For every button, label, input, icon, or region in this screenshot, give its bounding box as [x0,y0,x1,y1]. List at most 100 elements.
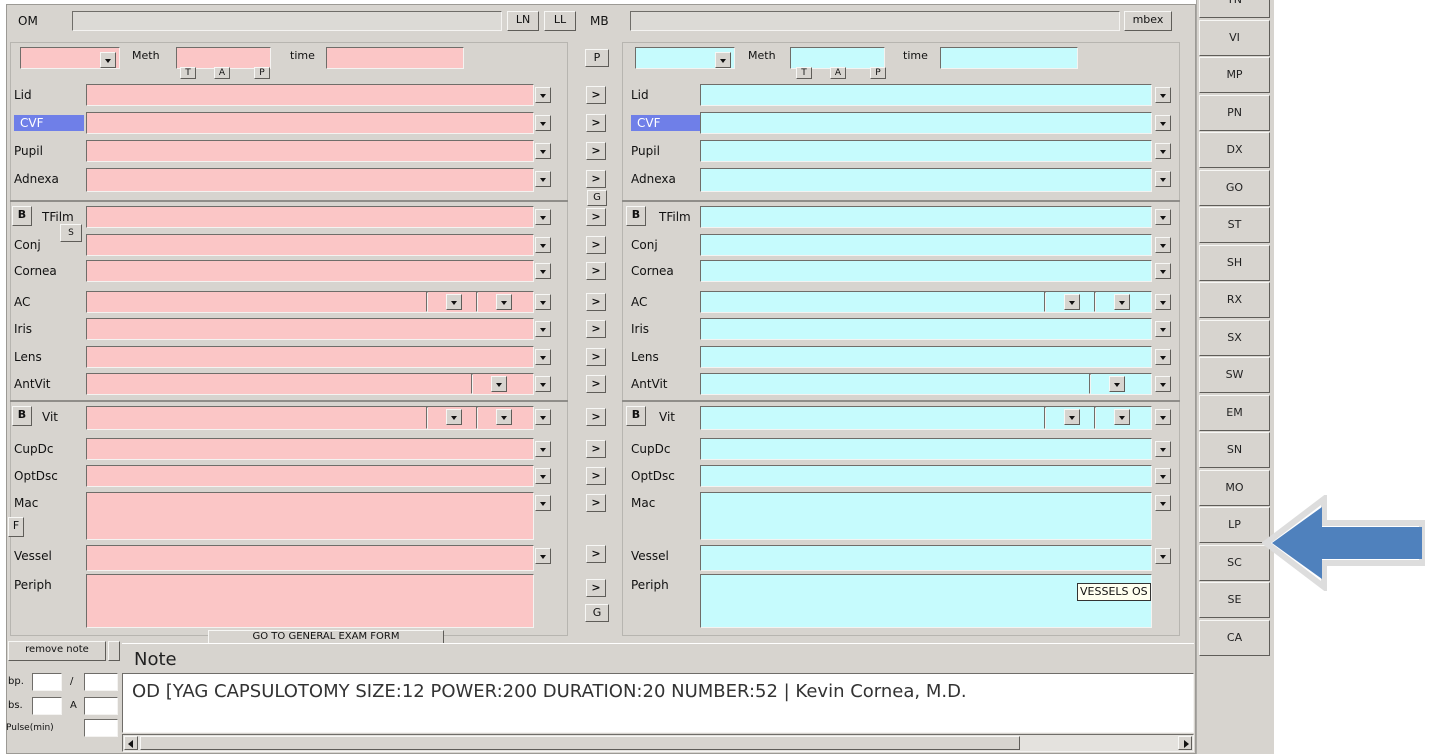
od-f-button[interactable]: F [8,517,24,537]
os-lid-input[interactable] [700,84,1152,106]
nav-button-sw[interactable]: SW [1199,357,1270,393]
chevron-down-icon[interactable] [496,294,512,310]
os-p-button[interactable]: P [870,67,886,79]
os-conj-input[interactable] [700,234,1152,256]
os-cornea-input[interactable] [700,260,1152,282]
nav-button-st[interactable]: ST [1199,207,1270,243]
od-meth-input[interactable] [176,47,271,69]
p-button[interactable]: P [585,49,609,67]
od-t-button[interactable]: T [180,67,196,79]
od-cornea-input[interactable] [86,260,534,282]
om-field[interactable] [72,11,502,31]
chevron-down-icon[interactable] [1155,321,1171,337]
chevron-down-icon[interactable] [535,321,551,337]
chevron-down-icon[interactable] [535,294,551,310]
od-a-button[interactable]: A [214,67,230,79]
chevron-down-icon[interactable] [1155,441,1171,457]
nav-button-pn[interactable]: PN [1199,94,1270,131]
od-vit-input[interactable] [86,406,534,430]
chevron-down-icon[interactable] [535,263,551,279]
chevron-down-icon[interactable] [535,143,551,159]
chevron-down-icon[interactable] [1155,237,1171,253]
chevron-down-icon[interactable] [1155,143,1171,159]
copy-iris-button[interactable]: > [586,320,606,338]
os-t-button[interactable]: T [796,67,812,79]
od-cvf-input[interactable] [86,112,534,134]
od-lid-input[interactable] [86,84,534,106]
copy-periph-button[interactable]: > [586,579,606,597]
od-antvit-input[interactable] [86,373,534,395]
chevron-down-icon[interactable] [496,409,512,425]
chevron-down-icon[interactable] [100,52,116,68]
copy-adnexa-button[interactable]: > [586,170,606,188]
g-button-top[interactable]: G [587,190,607,206]
scroll-thumb[interactable] [140,736,1020,750]
chevron-down-icon[interactable] [535,87,551,103]
copy-vit-button[interactable]: > [586,408,606,426]
g-button-bottom[interactable]: G [585,604,609,622]
chevron-down-icon[interactable] [535,237,551,253]
copy-antvit-button[interactable]: > [586,375,606,393]
chevron-down-icon[interactable] [535,495,551,511]
od-time-input[interactable] [326,47,464,69]
chevron-down-icon[interactable] [715,52,731,68]
chevron-down-icon[interactable] [535,468,551,484]
nav-button-mo[interactable]: MO [1199,469,1270,506]
copy-lid-button[interactable]: > [586,86,606,104]
chevron-down-icon[interactable] [535,209,551,225]
ln-button[interactable]: LN [507,11,539,31]
od-p-button[interactable]: P [254,67,270,79]
od-vessel-input[interactable] [86,545,534,571]
nav-button-em[interactable]: EM [1199,394,1270,431]
chevron-down-icon[interactable] [1114,294,1130,310]
chevron-down-icon[interactable] [535,548,551,564]
scroll-left-button[interactable] [124,736,138,750]
chevron-down-icon[interactable] [1155,209,1171,225]
nav-button-sx[interactable]: SX [1199,319,1270,356]
os-tfilm-input[interactable] [700,206,1152,228]
bp-diastolic-input[interactable] [84,673,118,691]
chevron-down-icon[interactable] [1064,294,1080,310]
os-b-button-posterior[interactable]: B [626,406,646,426]
chevron-down-icon[interactable] [535,441,551,457]
nav-button-rx[interactable]: RX [1199,282,1270,318]
os-vessel-input[interactable] [700,545,1152,571]
chevron-down-icon[interactable] [1064,409,1080,425]
chevron-down-icon[interactable] [1155,115,1171,131]
os-cupdc-input[interactable] [700,438,1152,460]
chevron-down-icon[interactable] [491,376,507,392]
copy-cornea-button[interactable]: > [586,262,606,280]
nav-button-sh[interactable]: SH [1199,244,1270,281]
od-periph-input[interactable] [86,574,534,628]
nav-button-ca[interactable]: CA [1199,619,1270,656]
os-meth-input[interactable] [790,47,885,69]
chevron-down-icon[interactable] [1114,409,1130,425]
chevron-down-icon[interactable] [535,349,551,365]
os-pupil-input[interactable] [700,140,1152,162]
chevron-down-icon[interactable] [535,376,551,392]
pulse-input[interactable] [84,719,118,737]
nav-button-sc[interactable]: SC [1199,544,1270,581]
copy-mac-button[interactable]: > [586,494,606,512]
copy-cupdc-button[interactable]: > [586,440,606,458]
scroll-right-button[interactable] [1178,736,1192,750]
chevron-down-icon[interactable] [1155,87,1171,103]
os-antvit-input[interactable] [700,373,1152,395]
ll-button[interactable]: LL [544,11,576,31]
nav-button-lp[interactable]: LP [1199,507,1270,543]
os-cvf-input[interactable] [700,112,1152,134]
od-s-button[interactable]: S [60,224,82,242]
copy-ac-button[interactable]: > [586,293,606,311]
nav-button-dx[interactable]: DX [1199,132,1270,168]
copy-conj-button[interactable]: > [586,236,606,254]
bs-input[interactable] [32,697,62,715]
od-tfilm-input[interactable] [86,206,534,228]
mbex-button[interactable]: mbex [1124,11,1172,31]
os-iris-input[interactable] [700,318,1152,340]
copy-vessel-button[interactable]: > [586,545,606,563]
os-b-button-anterior[interactable]: B [626,206,646,226]
od-optdsc-input[interactable] [86,465,534,487]
od-iris-input[interactable] [86,318,534,340]
os-vit-input[interactable] [700,406,1152,430]
copy-lens-button[interactable]: > [586,348,606,366]
